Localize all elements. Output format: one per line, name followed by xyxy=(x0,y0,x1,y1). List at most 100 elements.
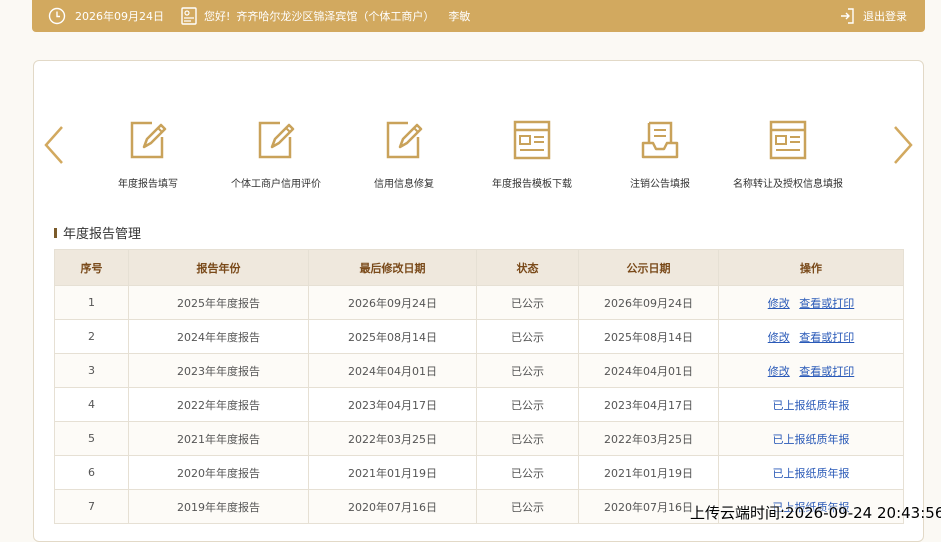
quick-action-template-download[interactable]: 年度报告模板下载 xyxy=(462,119,602,190)
user-card-icon xyxy=(181,7,197,25)
cell-no: 4 xyxy=(54,387,129,422)
cell-modified: 2023年04月17日 xyxy=(308,387,477,422)
clock-icon xyxy=(48,7,66,25)
cell-operation: 修改 查看或打印 xyxy=(718,285,904,320)
modify-link[interactable]: 修改 xyxy=(768,365,790,378)
table-row: 2 2024年年度报告 2025年08月14日 已公示 2025年08月14日 … xyxy=(54,319,904,354)
template-icon xyxy=(462,119,602,161)
cell-published: 2025年08月14日 xyxy=(578,319,719,354)
section-title-text: 年度报告管理 xyxy=(63,227,142,242)
cell-no: 2 xyxy=(54,319,129,354)
inbox-icon xyxy=(590,119,730,161)
date-area: 2026年09月24日 xyxy=(48,0,164,32)
cell-year: 2024年年度报告 xyxy=(128,319,309,354)
table-row: 4 2022年年度报告 2023年04月17日 已公示 2023年04月17日 … xyxy=(54,387,904,422)
paper-report-link[interactable]: 已上报纸质年报 xyxy=(773,433,850,446)
cell-status: 已公示 xyxy=(476,285,579,320)
quick-action-label: 注销公告填报 xyxy=(630,179,690,190)
cell-published: 2022年03月25日 xyxy=(578,421,719,456)
cell-modified: 2021年01月19日 xyxy=(308,455,477,490)
modify-link[interactable]: 修改 xyxy=(768,297,790,310)
view-print-link[interactable]: 查看或打印 xyxy=(799,365,854,378)
cell-published: 2021年01月19日 xyxy=(578,455,719,490)
user-name: 李敏 xyxy=(448,10,471,23)
quick-action-credit-repair[interactable]: 信用信息修复 xyxy=(334,119,474,190)
quick-action-name-transfer[interactable]: 名称转让及授权信息填报 xyxy=(718,119,858,190)
cell-modified: 2020年07月16日 xyxy=(308,489,477,524)
cell-year: 2023年年度报告 xyxy=(128,353,309,388)
carousel-next-button[interactable] xyxy=(891,125,915,169)
cell-year: 2019年年度报告 xyxy=(128,489,309,524)
template-icon xyxy=(718,119,858,161)
cell-no: 1 xyxy=(54,285,129,320)
cell-published: 2023年04月17日 xyxy=(578,387,719,422)
quick-action-label: 年度报告模板下载 xyxy=(492,179,572,190)
logout-label: 退出登录 xyxy=(863,10,907,23)
col-header-status: 状态 xyxy=(476,249,579,286)
section-title: 年度报告管理 xyxy=(54,223,141,242)
upload-time-overlay: 上传云端时间:2026-09-24 20:43:56 xyxy=(690,504,941,522)
cell-operation: 修改 查看或打印 xyxy=(718,353,904,388)
table-row: 1 2025年年度报告 2026年09月24日 已公示 2026年09月24日 … xyxy=(54,285,904,320)
col-header-published: 公示日期 xyxy=(578,249,719,286)
cell-no: 3 xyxy=(54,353,129,388)
cell-status: 已公示 xyxy=(476,319,579,354)
table-row: 6 2020年年度报告 2021年01月19日 已公示 2021年01月19日 … xyxy=(54,455,904,490)
top-bar: 2026年09月24日 您好! 齐齐哈尔龙沙区锦泽宾馆（个体工商户） 李敏 退出… xyxy=(32,0,925,32)
cell-no: 6 xyxy=(54,455,129,490)
cell-published: 2026年09月24日 xyxy=(578,285,719,320)
view-print-link[interactable]: 查看或打印 xyxy=(799,331,854,344)
col-header-operation: 操作 xyxy=(718,249,904,286)
view-print-link[interactable]: 查看或打印 xyxy=(799,297,854,310)
table-row: 5 2021年年度报告 2022年03月25日 已公示 2022年03月25日 … xyxy=(54,421,904,456)
cell-status: 已公示 xyxy=(476,421,579,456)
cell-operation: 已上报纸质年报 xyxy=(718,421,904,456)
cell-modified: 2022年03月25日 xyxy=(308,421,477,456)
cell-modified: 2026年09月24日 xyxy=(308,285,477,320)
paper-report-link[interactable]: 已上报纸质年报 xyxy=(773,399,850,412)
quick-action-label: 年度报告填写 xyxy=(118,179,178,190)
cell-status: 已公示 xyxy=(476,387,579,422)
main-card: 年度报告填写 个体工商户信用评价 信用信息修复 年度报告模板下载 注销公告填报 … xyxy=(33,60,924,542)
current-date: 2026年09月24日 xyxy=(75,10,164,23)
cell-no: 7 xyxy=(54,489,129,524)
quick-action-annual-report-fill[interactable]: 年度报告填写 xyxy=(78,119,218,190)
quick-action-label: 信用信息修复 xyxy=(374,179,434,190)
user-area: 您好! 齐齐哈尔龙沙区锦泽宾馆（个体工商户） 李敏 xyxy=(181,0,470,32)
cell-no: 5 xyxy=(54,421,129,456)
cell-published: 2024年04月01日 xyxy=(578,353,719,388)
cell-year: 2021年年度报告 xyxy=(128,421,309,456)
table-row: 3 2023年年度报告 2024年04月01日 已公示 2024年04月01日 … xyxy=(54,353,904,388)
annual-report-table: 序号 报告年份 最后修改日期 状态 公示日期 操作 1 2025年年度报告 20… xyxy=(54,249,904,524)
company-name: 齐齐哈尔龙沙区锦泽宾馆（个体工商户） xyxy=(236,10,435,23)
edit-icon xyxy=(206,119,346,161)
logout-icon xyxy=(839,7,855,25)
cell-modified: 2024年04月01日 xyxy=(308,353,477,388)
cell-status: 已公示 xyxy=(476,489,579,524)
col-header-modified: 最后修改日期 xyxy=(308,249,477,286)
greeting: 您好! xyxy=(204,10,231,23)
logout-button[interactable]: 退出登录 xyxy=(839,0,907,32)
cell-year: 2025年年度报告 xyxy=(128,285,309,320)
modify-link[interactable]: 修改 xyxy=(768,331,790,344)
edit-icon xyxy=(78,119,218,161)
section-marker xyxy=(54,227,57,238)
edit-icon xyxy=(334,119,474,161)
cell-operation: 修改 查看或打印 xyxy=(718,319,904,354)
carousel-prev-button[interactable] xyxy=(42,125,66,169)
quick-action-credit-evaluation[interactable]: 个体工商户信用评价 xyxy=(206,119,346,190)
quick-action-label: 名称转让及授权信息填报 xyxy=(733,179,843,190)
quick-action-label: 个体工商户信用评价 xyxy=(231,179,321,190)
cell-year: 2020年年度报告 xyxy=(128,455,309,490)
chevron-right-icon xyxy=(891,126,915,169)
table-header-row: 序号 报告年份 最后修改日期 状态 公示日期 操作 xyxy=(54,249,904,286)
chevron-left-icon xyxy=(42,126,66,169)
col-header-no: 序号 xyxy=(54,249,129,286)
cell-year: 2022年年度报告 xyxy=(128,387,309,422)
paper-report-link[interactable]: 已上报纸质年报 xyxy=(773,467,850,480)
cell-status: 已公示 xyxy=(476,455,579,490)
cell-operation: 已上报纸质年报 xyxy=(718,455,904,490)
col-header-year: 报告年份 xyxy=(128,249,309,286)
quick-action-cancellation-notice[interactable]: 注销公告填报 xyxy=(590,119,730,190)
cell-operation: 已上报纸质年报 xyxy=(718,387,904,422)
